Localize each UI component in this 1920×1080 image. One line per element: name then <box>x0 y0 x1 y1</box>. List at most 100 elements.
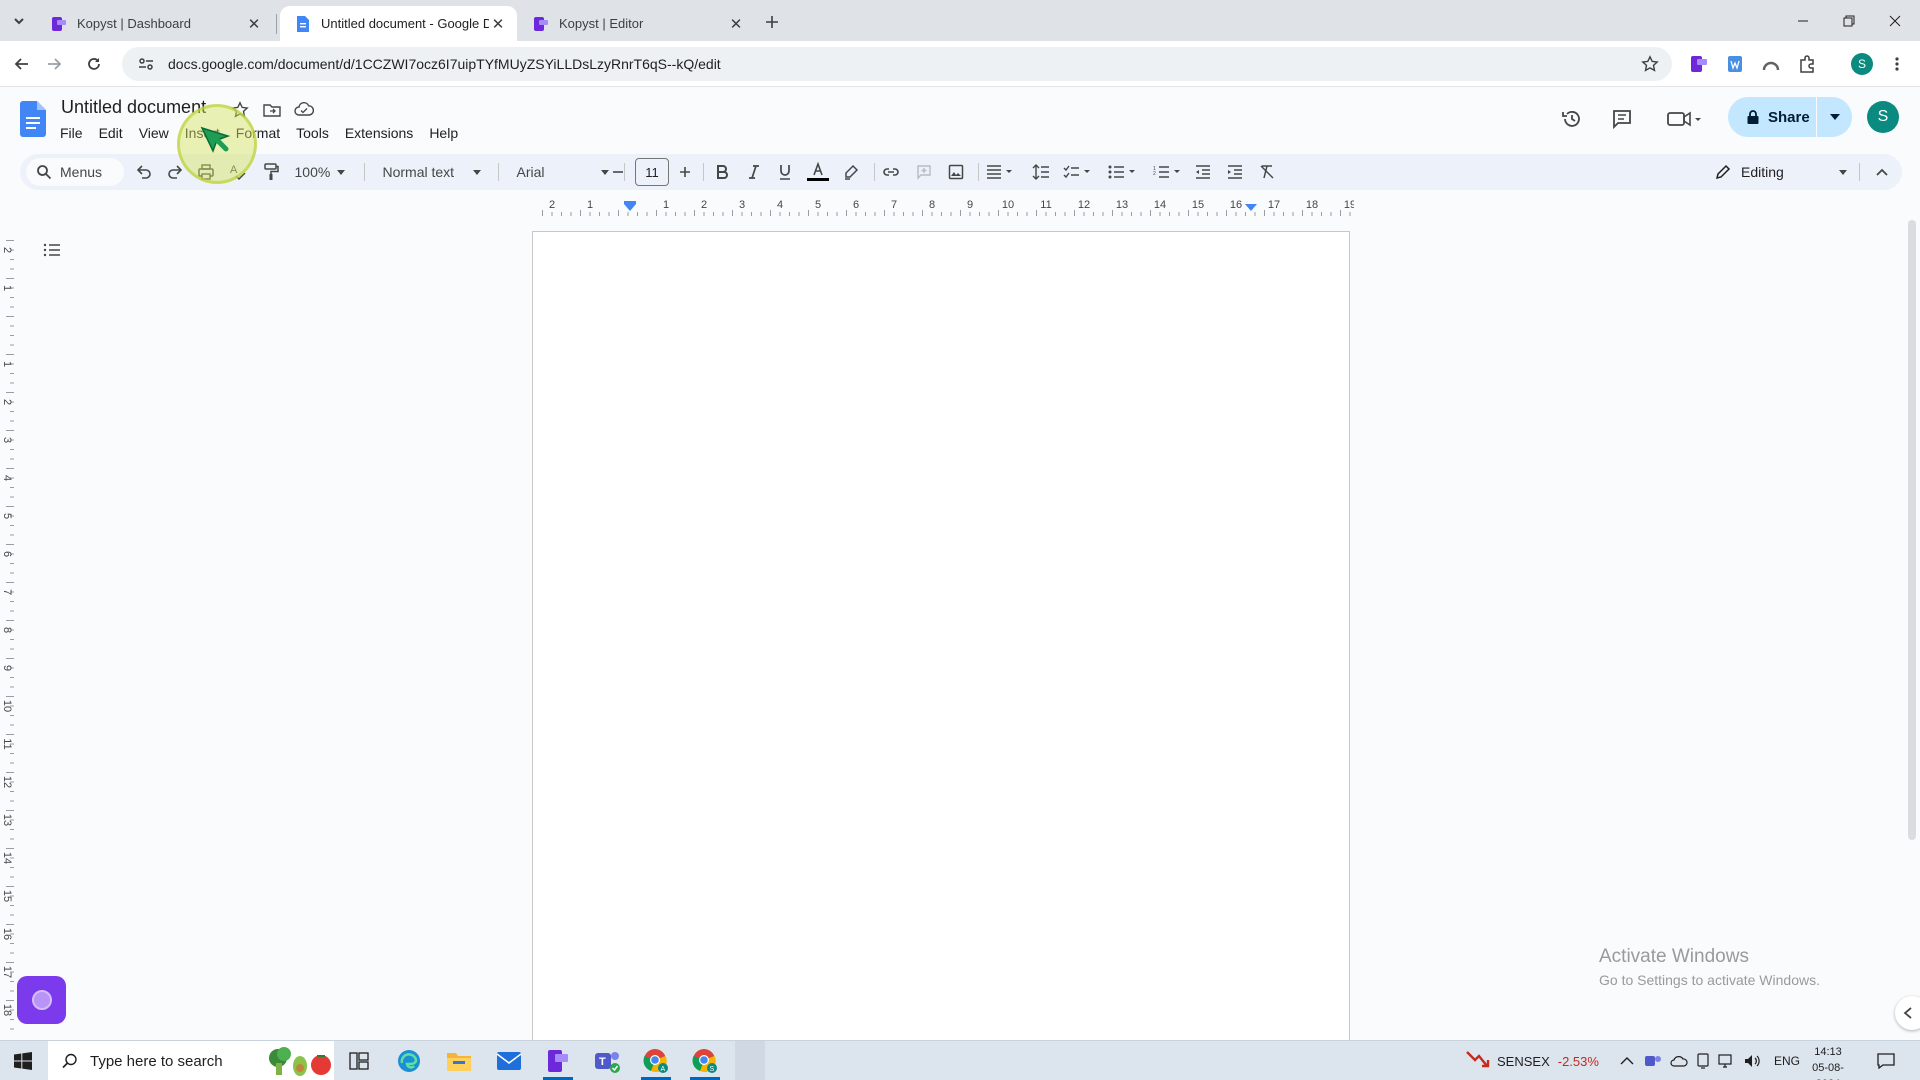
menu-file[interactable]: File <box>52 123 91 143</box>
new-tab-button[interactable] <box>758 8 786 36</box>
document-page[interactable] <box>532 231 1350 1051</box>
close-tab-icon[interactable]: ✕ <box>245 15 263 33</box>
bulleted-list-button[interactable] <box>1105 158 1141 186</box>
vertical-ruler[interactable]: 21123456789101112131415161718 <box>0 216 20 1038</box>
taskbar-mail-button[interactable] <box>486 1041 532 1080</box>
minimize-button[interactable] <box>1780 0 1826 41</box>
increase-font-size-button[interactable] <box>674 158 696 186</box>
taskbar-chrome-profile-s-button[interactable]: S <box>682 1041 728 1080</box>
taskbar-chrome-profile-a-button[interactable]: A <box>633 1041 679 1080</box>
back-button[interactable] <box>6 48 38 80</box>
browser-tab-kopyst-editor[interactable]: Kopyst | Editor ✕ <box>518 6 755 41</box>
account-avatar[interactable]: S <box>1867 101 1899 133</box>
word-extension-button[interactable] <box>1723 52 1747 76</box>
text-color-button[interactable] <box>805 158 831 186</box>
editing-mode-select[interactable]: Editing <box>1707 158 1847 186</box>
menu-extensions[interactable]: Extensions <box>337 123 421 143</box>
side-panel-toggle-button[interactable] <box>1895 996 1920 1030</box>
start-button[interactable] <box>0 1041 46 1080</box>
system-clock[interactable]: 14:13 05-08-2024 <box>1800 1044 1856 1080</box>
menu-help[interactable]: Help <box>421 123 466 143</box>
chevron-up-icon[interactable] <box>1620 1056 1634 1066</box>
menu-view[interactable]: View <box>131 123 177 143</box>
browser-tab-kopyst-dashboard[interactable]: Kopyst | Dashboard ✕ <box>36 6 273 41</box>
taskbar-search-box[interactable]: Type here to search <box>48 1041 334 1080</box>
bold-button[interactable] <box>709 158 735 186</box>
arc-extension-button[interactable] <box>1759 52 1783 76</box>
numbered-list-button[interactable]: 12 <box>1150 158 1186 186</box>
reload-button[interactable] <box>78 48 110 80</box>
search-menus-button[interactable]: Menus <box>26 158 124 186</box>
share-options-button[interactable] <box>1817 114 1852 120</box>
add-comment-button[interactable] <box>911 158 937 186</box>
kopyst-recorder-button[interactable] <box>17 976 66 1024</box>
menu-tools[interactable]: Tools <box>288 123 337 143</box>
insert-link-button[interactable] <box>878 158 904 186</box>
bookmark-star-button[interactable] <box>1638 52 1662 76</box>
volume-icon[interactable] <box>1744 1054 1762 1068</box>
paint-format-button[interactable] <box>258 158 284 186</box>
highlight-color-button[interactable] <box>838 158 864 186</box>
stock-ticker-widget[interactable]: SENSEX -2.53% <box>1465 1041 1599 1080</box>
tab-search-button[interactable] <box>6 8 32 34</box>
taskbar-kopyst-button[interactable] <box>535 1041 581 1080</box>
clear-formatting-button[interactable] <box>1254 158 1280 186</box>
extensions-button[interactable] <box>1795 52 1819 76</box>
document-title[interactable]: Untitled document <box>61 97 206 118</box>
document-extension-icon <box>1728 56 1742 72</box>
zoom-select[interactable]: 100% <box>289 158 351 186</box>
close-window-button[interactable] <box>1872 0 1918 41</box>
horizontal-ruler[interactable]: 2 1 1 2 3 4 5 6 7 8 9 10 11 12 13 14 15 16 17 18 19 <box>532 196 1354 216</box>
google-docs-logo-icon[interactable] <box>20 101 46 137</box>
comments-button[interactable] <box>1606 103 1638 135</box>
kopyst-extension-button[interactable] <box>1687 52 1711 76</box>
notifications-button[interactable] <box>1866 1041 1906 1080</box>
ticker-value: -2.53% <box>1557 1053 1599 1069</box>
decrease-indent-button[interactable] <box>1190 158 1216 186</box>
close-tab-icon[interactable]: ✕ <box>489 15 507 33</box>
version-history-button[interactable] <box>1556 103 1588 135</box>
undo-button[interactable] <box>131 158 157 186</box>
taskbar-edge-button[interactable] <box>386 1041 432 1080</box>
ruler-label: 13 <box>1 814 13 826</box>
task-view-button[interactable] <box>336 1041 382 1080</box>
underline-button[interactable] <box>772 158 798 186</box>
cloud-status-button[interactable] <box>293 99 315 121</box>
network-icon[interactable] <box>1718 1054 1736 1068</box>
italic-button[interactable] <box>741 158 767 186</box>
site-info-icon[interactable] <box>136 54 156 74</box>
address-bar[interactable]: docs.google.com/document/d/1CCZWI7ocz6I7… <box>122 47 1672 81</box>
align-button[interactable] <box>983 158 1017 186</box>
taskbar-file-explorer-button[interactable] <box>436 1041 482 1080</box>
forward-button[interactable] <box>38 48 70 80</box>
document-outline-icon[interactable] <box>40 238 64 262</box>
decrease-font-size-button[interactable] <box>607 158 629 186</box>
browser-menu-button[interactable] <box>1885 52 1909 76</box>
share-button[interactable]: Share <box>1728 97 1816 137</box>
vertical-scrollbar[interactable] <box>1908 220 1916 840</box>
language-indicator[interactable]: ENG <box>1774 1054 1800 1068</box>
onedrive-icon[interactable] <box>1670 1054 1688 1068</box>
device-icon[interactable] <box>1696 1053 1710 1069</box>
browser-profile-avatar[interactable]: S <box>1851 53 1873 75</box>
restore-button[interactable] <box>1826 0 1872 41</box>
move-document-button[interactable] <box>261 99 283 121</box>
taskbar-teams-button[interactable]: T <box>584 1041 630 1080</box>
browser-tab-google-docs[interactable]: Untitled document - Google Docs ✕ <box>280 6 517 41</box>
taskbar-running-app[interactable] <box>735 1041 765 1080</box>
line-spacing-button[interactable] <box>1028 158 1054 186</box>
menu-edit[interactable]: Edit <box>91 123 131 143</box>
close-tab-icon[interactable]: ✕ <box>727 15 745 33</box>
meet-button[interactable] <box>1662 103 1706 135</box>
insert-image-button[interactable] <box>943 158 969 186</box>
paragraph-style-select[interactable]: Normal text <box>377 158 487 186</box>
editing-mode-value: Editing <box>1741 164 1784 180</box>
checklist-button[interactable] <box>1060 158 1096 186</box>
font-size-input[interactable]: 11 <box>635 158 669 186</box>
hide-menus-button[interactable] <box>1869 158 1895 186</box>
increase-indent-button[interactable] <box>1222 158 1248 186</box>
kebab-menu-icon <box>1895 57 1899 71</box>
teams-tray-icon[interactable] <box>1644 1053 1662 1069</box>
first-line-indent-marker[interactable] <box>624 201 636 204</box>
font-family-select[interactable]: Arial <box>511 158 615 186</box>
